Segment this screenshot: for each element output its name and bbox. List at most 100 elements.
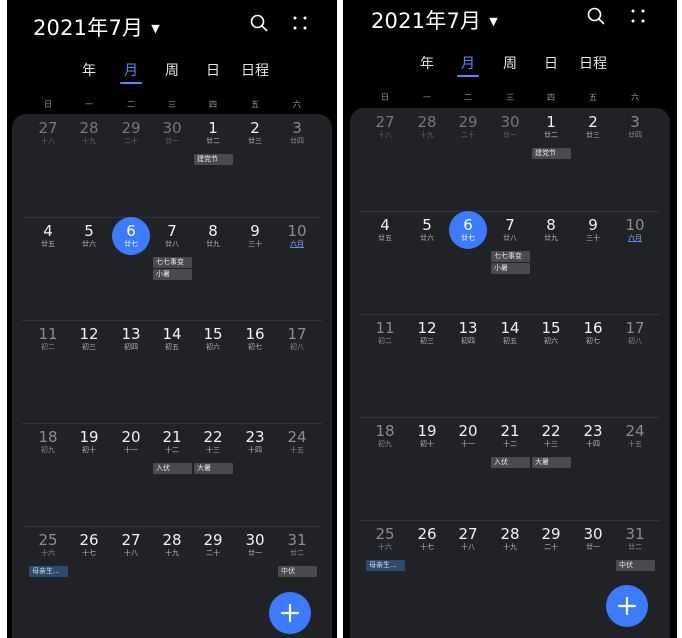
add-event-button[interactable]: [269, 592, 311, 634]
day-cell[interactable]: 19 初十: [69, 429, 109, 455]
day-cell[interactable]: 14 初五: [152, 326, 192, 352]
day-cell[interactable]: 16 初七: [573, 320, 613, 346]
tab-1[interactable]: 月: [120, 60, 142, 84]
day-cell[interactable]: 7 廿八: [152, 223, 192, 249]
day-cell[interactable]: 11 初二: [28, 326, 68, 352]
day-cell[interactable]: 26 十七: [69, 532, 109, 558]
tab-1[interactable]: 月: [457, 53, 479, 77]
event-chip[interactable]: 入伏: [153, 463, 192, 474]
day-cell[interactable]: 22 十三: [193, 429, 233, 455]
event-chip[interactable]: 母亲生...: [366, 560, 405, 571]
day-cell[interactable]: 14 初五: [490, 320, 530, 346]
event-chip[interactable]: 七七事变: [153, 257, 192, 268]
tab-3[interactable]: 日: [544, 53, 558, 73]
more-dots-icon[interactable]: [289, 12, 311, 34]
day-cell[interactable]: 28 十九: [69, 120, 109, 146]
event-chip[interactable]: 入伏: [491, 457, 530, 468]
day-cell[interactable]: 6 廿七: [111, 223, 151, 249]
day-cell[interactable]: 27 十八: [111, 532, 151, 558]
day-cell[interactable]: 4 廿五: [28, 223, 68, 249]
day-cell[interactable]: 3 廿四: [615, 114, 655, 140]
day-cell[interactable]: 27 十八: [28, 120, 68, 146]
day-cell[interactable]: 23 十四: [235, 429, 275, 455]
tab-2[interactable]: 周: [503, 53, 517, 73]
search-icon[interactable]: [585, 5, 607, 27]
day-cell[interactable]: 18 初九: [365, 423, 405, 449]
day-cell[interactable]: 27 十八: [448, 526, 488, 552]
event-chip[interactable]: 中伏: [278, 566, 317, 577]
day-cell[interactable]: 30 廿一: [573, 526, 613, 552]
day-cell[interactable]: 26 十七: [407, 526, 447, 552]
day-cell[interactable]: 24 十五: [277, 429, 317, 455]
day-cell[interactable]: 28 十九: [407, 114, 447, 140]
more-dots-icon[interactable]: [627, 5, 649, 27]
event-chip[interactable]: 中伏: [616, 560, 655, 571]
tab-2[interactable]: 周: [165, 60, 179, 80]
event-chip[interactable]: 建党节: [532, 148, 571, 159]
event-chip[interactable]: 建党节: [194, 154, 233, 165]
event-chip[interactable]: 小暑: [153, 269, 192, 280]
bottom-handle-icon[interactable]: [500, 632, 520, 638]
day-cell[interactable]: 15 初六: [531, 320, 571, 346]
day-cell[interactable]: 29 二十: [111, 120, 151, 146]
day-cell[interactable]: 10 六月: [615, 217, 655, 243]
event-chip[interactable]: 大暑: [194, 463, 233, 474]
day-cell[interactable]: 13 初四: [111, 326, 151, 352]
month-selector[interactable]: 2021年7月 ▼: [33, 12, 160, 42]
day-cell[interactable]: 17 初八: [615, 320, 655, 346]
event-chip[interactable]: 母亲生...: [29, 566, 68, 577]
day-cell[interactable]: 21 十二: [490, 423, 530, 449]
tab-4[interactable]: 日程: [241, 60, 269, 80]
day-cell[interactable]: 16 初七: [235, 326, 275, 352]
day-cell[interactable]: 30 廿一: [490, 114, 530, 140]
day-cell[interactable]: 28 十九: [152, 532, 192, 558]
day-cell[interactable]: 6 廿七: [448, 217, 488, 243]
tab-3[interactable]: 日: [206, 60, 220, 80]
day-cell[interactable]: 31 廿二: [615, 526, 655, 552]
event-chip[interactable]: 七七事变: [491, 251, 530, 262]
day-cell[interactable]: 1 廿二: [531, 114, 571, 140]
tab-0[interactable]: 年: [420, 53, 434, 73]
day-cell[interactable]: 18 初九: [28, 429, 68, 455]
search-icon[interactable]: [248, 12, 270, 34]
day-cell[interactable]: 1 廿二: [193, 120, 233, 146]
day-cell[interactable]: 22 十三: [531, 423, 571, 449]
day-cell[interactable]: 4 廿五: [365, 217, 405, 243]
day-cell[interactable]: 5 廿六: [69, 223, 109, 249]
day-cell[interactable]: 9 三十: [235, 223, 275, 249]
bottom-handle-icon[interactable]: [162, 632, 182, 638]
day-cell[interactable]: 20 十一: [448, 423, 488, 449]
day-cell[interactable]: 3 廿四: [277, 120, 317, 146]
day-cell[interactable]: 29 二十: [531, 526, 571, 552]
day-cell[interactable]: 9 三十: [573, 217, 613, 243]
day-cell[interactable]: 2 廿三: [235, 120, 275, 146]
day-cell[interactable]: 11 初二: [365, 320, 405, 346]
day-cell[interactable]: 30 廿一: [152, 120, 192, 146]
day-cell[interactable]: 8 廿九: [193, 223, 233, 249]
day-cell[interactable]: 17 初八: [277, 326, 317, 352]
day-cell[interactable]: 13 初四: [448, 320, 488, 346]
day-cell[interactable]: 23 十四: [573, 423, 613, 449]
day-cell[interactable]: 29 二十: [193, 532, 233, 558]
day-cell[interactable]: 25 十六: [28, 532, 68, 558]
day-cell[interactable]: 19 初十: [407, 423, 447, 449]
add-event-button[interactable]: [606, 585, 648, 627]
event-chip[interactable]: 小暑: [491, 263, 530, 274]
day-cell[interactable]: 30 廿一: [235, 532, 275, 558]
tab-4[interactable]: 日程: [579, 53, 607, 73]
day-cell[interactable]: 8 廿九: [531, 217, 571, 243]
day-cell[interactable]: 7 廿八: [490, 217, 530, 243]
day-cell[interactable]: 21 十二: [152, 429, 192, 455]
day-cell[interactable]: 2 廿三: [573, 114, 613, 140]
day-cell[interactable]: 5 廿六: [407, 217, 447, 243]
day-cell[interactable]: 25 十六: [365, 526, 405, 552]
month-selector[interactable]: 2021年7月 ▼: [371, 5, 498, 35]
event-chip[interactable]: 大暑: [532, 457, 571, 468]
day-cell[interactable]: 24 十五: [615, 423, 655, 449]
day-cell[interactable]: 31 廿二: [277, 532, 317, 558]
day-cell[interactable]: 12 初三: [407, 320, 447, 346]
day-cell[interactable]: 28 十九: [490, 526, 530, 552]
day-cell[interactable]: 10 六月: [277, 223, 317, 249]
day-cell[interactable]: 12 初三: [69, 326, 109, 352]
day-cell[interactable]: 20 十一: [111, 429, 151, 455]
